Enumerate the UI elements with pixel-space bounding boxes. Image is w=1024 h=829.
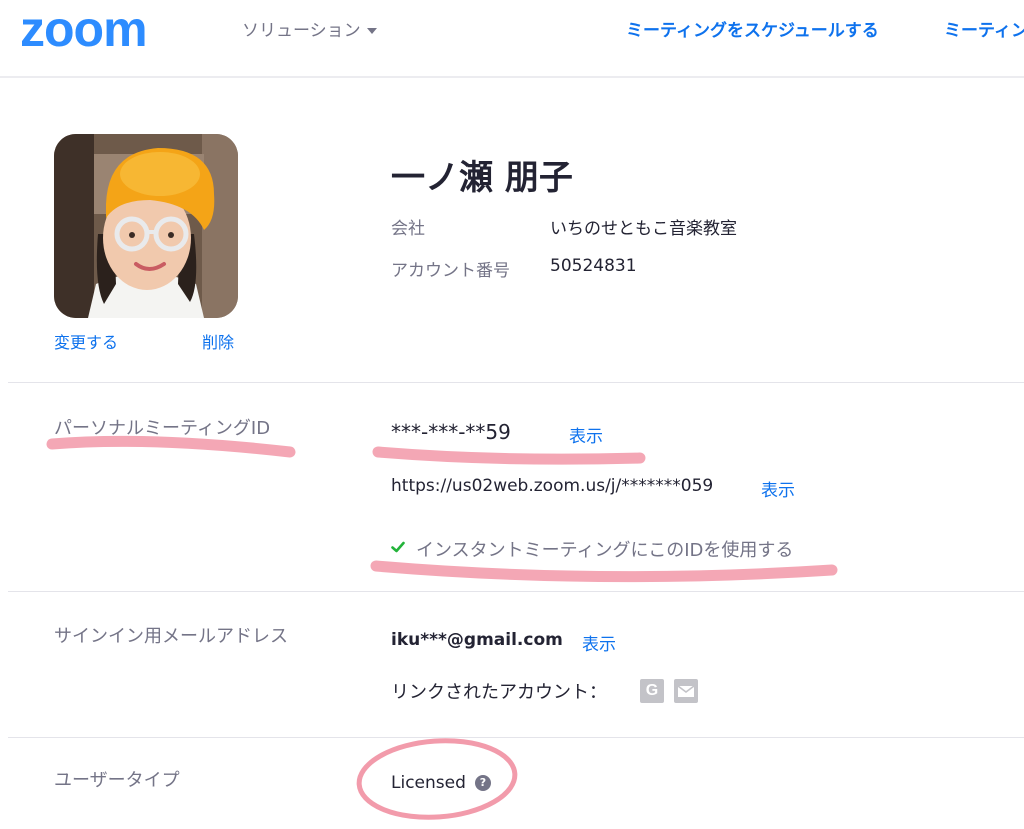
instant-meeting-option: インスタントミーティングにこのIDを使用する [416,540,794,561]
account-number-label: アカウント番号 [391,261,510,281]
mail-icon-glyph [677,685,695,697]
signin-email-value: iku***@gmail.com [391,630,563,650]
account-number-value: 50524831 [550,256,637,276]
company-value: いちのせともこ音楽教室 [550,219,737,239]
user-type-value: Licensed [391,773,466,793]
pmi-value-underline [372,446,646,465]
pmi-label: パーソナルミーティングID [54,418,271,439]
signin-email-label: サインイン用メールアドレス [54,626,288,647]
change-photo-link[interactable]: 変更する [54,329,118,353]
pmi-value: ***-***-**59 [391,420,511,444]
chevron-down-icon [366,28,377,34]
schedule-meeting-link[interactable]: ミーティングをスケジュールする [626,16,879,41]
pmi-label-underline [46,435,296,458]
solutions-menu-label: ソリューション [242,21,361,41]
pmi-url: https://us02web.zoom.us/j/*******059 [391,476,714,496]
instant-option-underline [370,560,838,583]
pmi-url-show-link[interactable]: 表示 [761,476,795,501]
join-meeting-link[interactable]: ミーティン [944,16,1024,41]
top-navigation-bar: zoom ソリューション ミーティングをスケジュールする ミーティン [0,0,1024,78]
section-divider [8,737,1024,738]
user-type-label: ユーザータイプ [54,770,180,791]
solutions-menu[interactable]: ソリューション [242,16,377,41]
mail-icon [674,679,698,703]
zoom-logo[interactable]: zoom [20,4,148,54]
linked-accounts-label: リンクされたアカウント： [391,682,607,703]
company-label: 会社 [391,219,425,239]
help-icon[interactable]: ? [475,775,491,791]
email-show-link[interactable]: 表示 [582,630,616,655]
section-divider [8,382,1024,383]
avatar [54,134,238,318]
pmi-show-link[interactable]: 表示 [569,422,603,447]
check-icon [391,541,405,553]
section-divider [8,591,1024,592]
avatar-photo [54,134,238,318]
user-name: 一ノ瀬 朋子 [391,158,573,198]
google-icon: G [640,679,664,703]
delete-photo-link[interactable]: 削除 [202,329,234,353]
